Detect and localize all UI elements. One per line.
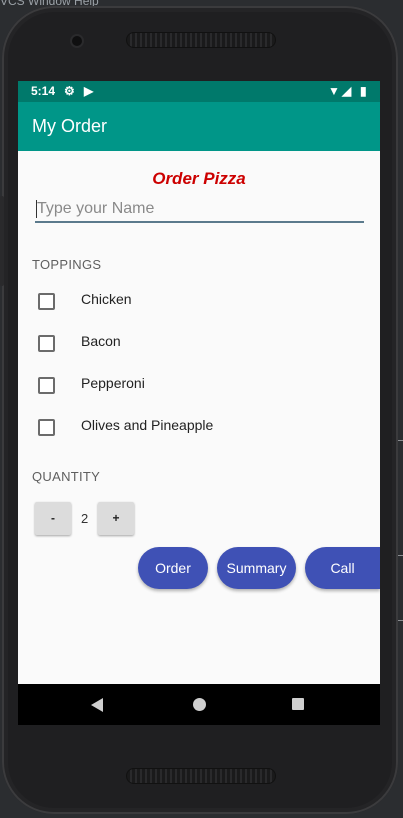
navigation-bar bbox=[18, 684, 380, 725]
checkbox[interactable] bbox=[38, 377, 55, 394]
summary-button[interactable]: Summary bbox=[217, 547, 296, 589]
home-icon[interactable] bbox=[193, 698, 206, 711]
front-camera bbox=[72, 36, 82, 46]
battery-icon: ▮ bbox=[360, 84, 367, 98]
device-screen: 5:14 ⚙ ▶ ▼ ◢ ▮ My Order Order Pizza TOPP… bbox=[18, 81, 380, 725]
checkbox[interactable] bbox=[38, 293, 55, 310]
quantity-value: 2 bbox=[81, 511, 89, 526]
order-form: Order Pizza TOPPINGS Chicken Bacon Peppe… bbox=[18, 151, 380, 684]
topping-pepperoni[interactable]: Pepperoni bbox=[32, 370, 362, 400]
app-title: My Order bbox=[32, 116, 108, 136]
signal-icon: ◢ bbox=[342, 84, 352, 98]
topping-chicken[interactable]: Chicken bbox=[32, 286, 362, 316]
page-title: Order Pizza bbox=[152, 169, 246, 188]
topping-label: Chicken bbox=[81, 291, 132, 307]
toppings-header: TOPPINGS bbox=[32, 257, 102, 272]
topping-label: Pepperoni bbox=[81, 375, 145, 391]
status-bar: 5:14 ⚙ ▶ ▼ ◢ ▮ bbox=[18, 81, 380, 102]
decrement-button[interactable]: - bbox=[35, 502, 71, 535]
topping-label: Olives and Pineapple bbox=[81, 417, 214, 433]
topping-label: Bacon bbox=[81, 333, 121, 349]
bottom-speaker-grille bbox=[126, 768, 276, 784]
app-bar: My Order bbox=[18, 102, 380, 151]
status-time: 5:14 bbox=[31, 84, 56, 98]
recents-icon[interactable] bbox=[292, 698, 304, 710]
quantity-header: QUANTITY bbox=[32, 469, 101, 484]
text-cursor bbox=[36, 200, 37, 218]
play-store-icon: ▶ bbox=[84, 84, 94, 98]
wifi-icon: ▼ bbox=[328, 84, 340, 98]
phone-side-button bbox=[0, 196, 4, 286]
gear-icon: ⚙ bbox=[64, 84, 75, 98]
increment-button[interactable]: + bbox=[98, 502, 134, 535]
checkbox[interactable] bbox=[38, 419, 55, 436]
order-button[interactable]: Order bbox=[138, 547, 208, 589]
top-speaker-grille bbox=[126, 32, 276, 48]
checkbox[interactable] bbox=[38, 335, 55, 352]
name-input[interactable] bbox=[35, 197, 364, 223]
call-button[interactable]: Call bbox=[305, 547, 380, 589]
topping-olives-pineapple[interactable]: Olives and Pineapple bbox=[32, 412, 362, 442]
topping-bacon[interactable]: Bacon bbox=[32, 328, 362, 358]
back-icon[interactable] bbox=[91, 698, 103, 712]
